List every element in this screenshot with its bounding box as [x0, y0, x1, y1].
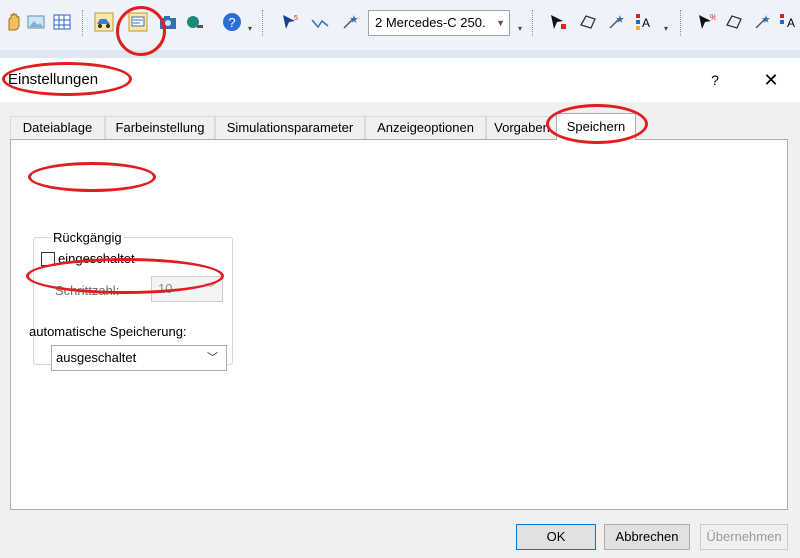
- toolbar-separator: [262, 10, 264, 36]
- undo-enabled-checkbox[interactable]: [41, 252, 55, 266]
- settings-dialog: Einstellungen ? ✕ Dateiablage Farbeinste…: [0, 58, 800, 558]
- undo-steps-label: Schrittzahl:: [55, 283, 120, 298]
- tab-dateiablage[interactable]: Dateiablage: [10, 116, 105, 139]
- svg-text:5: 5: [294, 15, 298, 22]
- polygon-icon[interactable]: [578, 12, 598, 32]
- tab-simulationsparameter[interactable]: Simulationsparameter: [215, 116, 365, 139]
- undo-enabled-label[interactable]: eingeschaltet: [58, 251, 135, 266]
- cursor-icon[interactable]: 5: [280, 12, 300, 32]
- chevron-down-icon: ﹀: [207, 352, 218, 364]
- dialog-titlebar[interactable]: Einstellungen ? ✕: [0, 58, 800, 102]
- app-toolbar: ? ▾ 5 2 Mercedes-C 250. ▼ ▾ A ▾ % A: [0, 0, 800, 51]
- dialog-title: Einstellungen: [8, 71, 99, 88]
- hand-icon[interactable]: [4, 12, 24, 32]
- apply-button[interactable]: Übernehmen: [700, 524, 788, 550]
- svg-text:A: A: [642, 16, 650, 30]
- vehicle-selector-value: 2 Mercedes-C 250.: [375, 15, 486, 30]
- color-text-alt-icon[interactable]: A: [778, 12, 798, 32]
- polyline-icon[interactable]: [310, 12, 330, 32]
- magic-alt-icon[interactable]: [606, 12, 626, 32]
- select-cursor-icon[interactable]: [548, 12, 568, 32]
- toolbar-overflow-icon[interactable]: ▾: [518, 24, 522, 33]
- svg-text:%: %: [710, 13, 716, 22]
- grid-icon[interactable]: [52, 12, 72, 32]
- autosave-value: ausgeschaltet: [56, 350, 137, 365]
- tab-anzeigeoptionen[interactable]: Anzeigeoptionen: [365, 116, 486, 139]
- toolbar-separator: [680, 10, 682, 36]
- camera-alt-icon[interactable]: [184, 12, 204, 32]
- svg-text:?: ?: [228, 15, 235, 30]
- camera-icon[interactable]: [158, 12, 178, 32]
- cancel-button[interactable]: Abbrechen: [604, 524, 690, 550]
- toolbar-separator: [532, 10, 534, 36]
- magic-icon[interactable]: [340, 12, 360, 32]
- cursor-alt-icon[interactable]: %: [696, 12, 716, 32]
- tab-vorgaben[interactable]: Vorgaben: [486, 116, 558, 139]
- vehicle-selector[interactable]: 2 Mercedes-C 250. ▼: [368, 10, 510, 36]
- polygon-alt-icon[interactable]: [724, 12, 744, 32]
- svg-text:A: A: [787, 16, 795, 30]
- toolbar-overflow-icon[interactable]: ▾: [248, 24, 252, 33]
- toolbar-separator: [82, 10, 84, 36]
- picture-icon[interactable]: [26, 12, 46, 32]
- close-button[interactable]: ✕: [756, 66, 786, 94]
- tabstrip: Dateiablage Farbeinstellung Simulationsp…: [10, 113, 790, 140]
- chevron-down-icon: ﹀: [205, 283, 216, 295]
- chevron-down-icon: ▼: [496, 18, 505, 28]
- tab-panel-speichern: Rückgängig eingeschaltet Schrittzahl: 10…: [10, 139, 788, 510]
- undo-steps-value: 10: [158, 281, 173, 296]
- tab-farbeinstellung[interactable]: Farbeinstellung: [105, 116, 215, 139]
- undo-steps-select[interactable]: 10 ﹀: [151, 276, 223, 302]
- undo-group-title: Rückgängig: [51, 230, 124, 245]
- autosave-select[interactable]: ausgeschaltet ﹀: [51, 345, 227, 371]
- magic-alt2-icon[interactable]: [752, 12, 772, 32]
- toolbar-overflow-icon[interactable]: ▾: [664, 24, 668, 33]
- help-icon[interactable]: ?: [222, 12, 242, 32]
- help-button[interactable]: ?: [700, 66, 730, 94]
- tab-speichern[interactable]: Speichern: [556, 113, 636, 140]
- autosave-label: automatische Speicherung:: [29, 324, 187, 339]
- ok-button[interactable]: OK: [516, 524, 596, 550]
- vehicle-icon[interactable]: [94, 12, 114, 32]
- color-text-icon[interactable]: A: [634, 12, 654, 32]
- settings-dialog-icon[interactable]: [128, 12, 148, 32]
